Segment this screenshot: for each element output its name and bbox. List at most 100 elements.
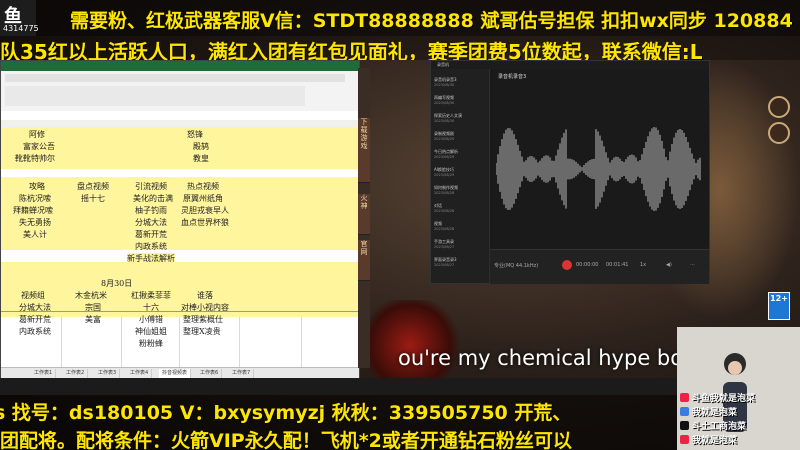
bottom-banner-1-text: s 找号：ds180105 V：bxysymyzj 秋秋：339505750 开… xyxy=(0,402,572,424)
cell[interactable]: 神仙姐姐 xyxy=(135,326,167,337)
cell[interactable]: 怒锋 xyxy=(187,129,203,140)
sheet-tab[interactable]: 工作表6 xyxy=(197,369,223,378)
excel-window[interactable]: 阿修 怒锋 富家公吾 殿鸫 靴靴特帅尔 教皇 攻略 盘点视频 引流视频 热点视频… xyxy=(0,60,360,380)
sheet-tab-active[interactable]: 抖音视频表 xyxy=(159,369,192,378)
webcam-label: 我就是泡菜 xyxy=(692,408,738,418)
cell[interactable]: 摇十七 xyxy=(81,193,105,204)
room-id: 4314775 xyxy=(3,24,39,33)
recording-list: 录音机录音3 2023/08/30 再编写视频 2023/08/30 探索历史人… xyxy=(431,69,490,283)
volume-icon[interactable]: ◀) xyxy=(666,262,672,268)
excel-ribbon[interactable] xyxy=(1,71,359,112)
tiktok-icon xyxy=(680,421,689,430)
cell[interactable]: 葛新开荒 xyxy=(135,229,167,240)
top-banner: 需要粉、红极武器客服V信：STDT88888888 斌哥估号担保 扣扣wx同步 … xyxy=(0,0,800,36)
official-site-button[interactable]: 官网 xyxy=(358,240,370,281)
webcam-label: 斗鱼我就是泡菜 xyxy=(692,394,756,404)
cell[interactable]: 葛新开荒 xyxy=(19,314,51,325)
date-header[interactable]: 8月30日 xyxy=(101,278,132,289)
sheet-tab[interactable]: 工作表1 xyxy=(31,369,57,378)
cell[interactable]: 失无勇扬 xyxy=(19,217,51,228)
cell[interactable]: 拜籍蝉况嗦 xyxy=(13,205,53,216)
header-cell[interactable]: 盘点视频 xyxy=(77,181,109,192)
second-banner-text: 队35红以上活跃人口，满红入团有红包见面礼，赛季团费5位数起，联系微信:L xyxy=(0,40,703,60)
cell[interactable]: 血点世界杯狼 xyxy=(181,217,229,228)
sheet-tab[interactable]: 工作表2 xyxy=(63,369,89,378)
divider xyxy=(1,311,359,312)
cell[interactable]: 陈杭况嗦 xyxy=(19,193,51,204)
download-game-button[interactable]: 下载游戏 xyxy=(358,118,370,183)
blank-row xyxy=(1,250,359,262)
blank-row xyxy=(1,169,359,177)
recording-date: 2023/08/27 xyxy=(434,263,455,267)
header-cell[interactable]: 热点视频 xyxy=(187,181,219,192)
huoshen-button[interactable]: 火神 xyxy=(358,194,370,235)
header-cell[interactable]: 攻略 xyxy=(29,181,45,192)
background-red-orb xyxy=(360,300,460,390)
webcam-label: 斗土工商泡菜 xyxy=(692,422,747,432)
cell[interactable]: 灵胆戎衰早人 xyxy=(181,205,229,216)
sheet-tab[interactable]: 工作表3 xyxy=(95,369,121,378)
cell[interactable]: 富家公吾 xyxy=(23,141,55,152)
cell[interactable]: 殿鸫 xyxy=(193,141,209,152)
cell[interactable]: 整理紫概仕 xyxy=(183,314,223,325)
age-rating-badge: 12+ xyxy=(768,292,790,320)
quality-label[interactable]: 专业(MQ 44.1kHz) xyxy=(494,262,538,269)
header-cell[interactable]: 杠揪柔菲菲 xyxy=(131,290,171,301)
sheet-tab[interactable]: 工作表4 xyxy=(127,369,153,378)
ribbon-tabs[interactable] xyxy=(5,74,345,82)
cell[interactable]: 美化的击满 xyxy=(133,193,173,204)
lyric-subtitle: ou're my chemical hype bo xyxy=(398,346,684,370)
speed-label[interactable]: 1x xyxy=(640,262,646,268)
spreadsheet-grid[interactable]: 阿修 怒锋 富家公吾 殿鸫 靴靴特帅尔 教皇 攻略 盘点视频 引流视频 热点视频… xyxy=(1,127,359,367)
current-time: 00:00:00 xyxy=(576,262,599,268)
cell[interactable]: 分城大法 xyxy=(19,302,51,313)
header-cell[interactable]: 谁落 xyxy=(197,290,213,301)
waveform[interactable] xyxy=(496,109,702,229)
recording-date: 2023/08/29 xyxy=(434,137,455,141)
recording-date: 2023/08/28 xyxy=(434,209,455,213)
recording-date: 2023/08/30 xyxy=(434,83,455,87)
cell[interactable]: 小傅错 xyxy=(139,314,163,325)
cell[interactable]: 教皇 xyxy=(193,153,209,164)
cell[interactable]: 美人计 xyxy=(23,229,47,240)
bottom-banner-2: 团配将。配将条件：火箭VIP永久配！飞机*2或者开通钻石粉丝可以 xyxy=(0,425,677,450)
header-cell[interactable]: 木金杭米 xyxy=(75,290,107,301)
ribbon-toolbar[interactable] xyxy=(5,86,305,106)
cell[interactable]: 内政系统 xyxy=(19,326,51,337)
sound-recorder-window[interactable]: 录音机 录音机录音3 2023/08/30 再编写视频 2023/08/30 探… xyxy=(430,60,710,284)
cell[interactable]: 整理X凌贵 xyxy=(183,326,221,337)
taskbar xyxy=(0,378,677,395)
recorder-app-title: 录音机 xyxy=(437,62,449,67)
recording-date: 2023/08/29 xyxy=(434,173,455,177)
cell[interactable]: 对棒小视内容 xyxy=(181,302,229,313)
recording-date: 2023/08/28 xyxy=(434,227,455,231)
cell[interactable]: 阿修 xyxy=(29,129,45,140)
header-cell[interactable]: 引流视频 xyxy=(135,181,167,192)
header-cell[interactable]: 视频组 xyxy=(21,290,45,301)
cell[interactable]: 原翼州纸角 xyxy=(183,193,223,204)
more-icon[interactable]: ⋯ xyxy=(690,262,695,268)
sheet-tab[interactable]: 工作表7 xyxy=(229,369,255,378)
deco-icon xyxy=(768,96,790,118)
cell[interactable]: 宗国 xyxy=(85,302,101,313)
cell[interactable]: 靴靴特帅尔 xyxy=(15,153,55,164)
play-button[interactable] xyxy=(562,260,572,270)
cell[interactable]: 内政系统 xyxy=(135,241,167,252)
game-side-menu: 下载游戏 火神 官网 xyxy=(358,68,370,368)
excel-title-bar[interactable] xyxy=(1,61,359,71)
platform-icon xyxy=(680,435,689,444)
playback-controls: 专业(MQ 44.1kHz) 00:00:00 00:01:41 1x ◀) ⋯ xyxy=(490,249,709,284)
cell[interactable]: 柚子钓雨 xyxy=(135,205,167,216)
cell[interactable]: 十六 xyxy=(143,302,159,313)
total-time: 00:01:41 xyxy=(606,262,629,268)
douyu-icon xyxy=(680,393,689,402)
recording-date: 2023/08/27 xyxy=(434,245,455,249)
cell[interactable]: 分城大法 xyxy=(135,217,167,228)
recording-date: 2023/08/30 xyxy=(434,119,455,123)
deco-icon xyxy=(768,122,790,144)
top-banner-text: 需要粉、红极武器客服V信：STDT88888888 斌哥估号担保 扣扣wx同步 … xyxy=(70,10,793,32)
cell[interactable]: 粉粉蜂 xyxy=(139,338,163,349)
cell[interactable]: 美富 xyxy=(85,314,101,325)
bottom-banner-1: s 找号：ds180105 V：bxysymyzj 秋秋：339505750 开… xyxy=(0,395,677,425)
cell[interactable]: 新手战法解析 xyxy=(127,253,175,264)
